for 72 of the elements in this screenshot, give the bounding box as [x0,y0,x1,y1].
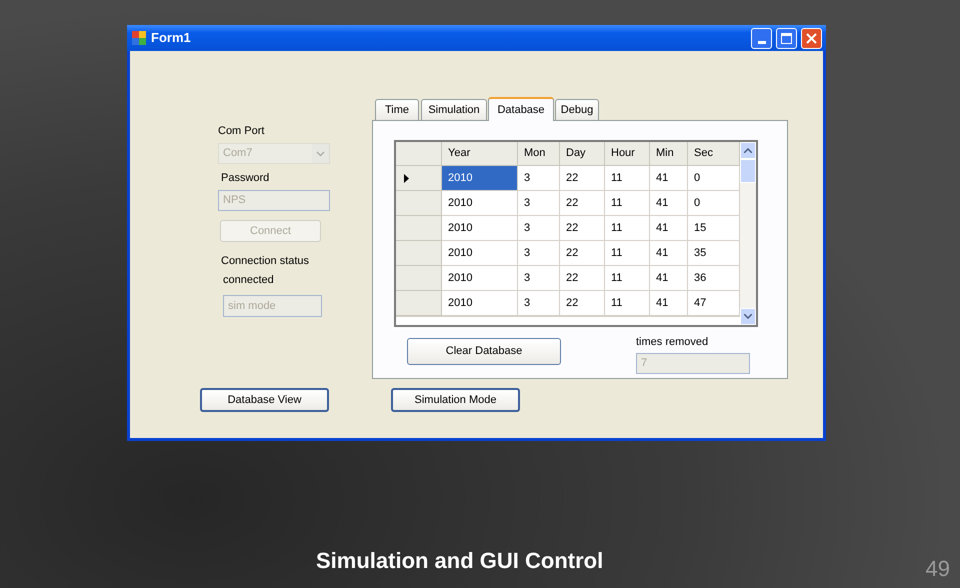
table-cell: 47 [688,291,740,316]
table-cell: 3 [518,216,560,241]
table-cell: 3 [518,266,560,291]
table-cell: 22 [560,266,605,291]
slide-title: Simulation and GUI Control [316,548,604,574]
table-cell: 11 [605,216,650,241]
field-label: Com Port [218,124,266,138]
maximize-icon [781,32,792,44]
close-icon [806,32,817,44]
table-cell: 22 [560,166,605,191]
table-cell: 3 [518,291,560,316]
chevron-down-icon [316,150,325,156]
window-title: Form1 [151,29,191,48]
clear-database-button[interactable]: Clear Database [407,338,561,365]
close-button[interactable] [801,28,822,48]
table-cell: 0 [688,191,740,216]
maximize-button[interactable] [776,28,797,48]
row-header[interactable] [396,266,442,291]
table-cell: 11 [605,166,650,191]
table-cell: 2010 [442,266,518,291]
bottom-button[interactable]: Database View [200,388,329,412]
table-cell: 2010 [442,241,518,266]
tab[interactable]: Time [375,99,419,120]
tab[interactable]: Debug [555,99,599,120]
table-cell: 3 [518,166,560,191]
row-header[interactable] [396,166,442,191]
scroll-up-button[interactable] [740,142,756,159]
field-label: times removed [636,335,710,349]
table-cell: 11 [605,266,650,291]
table-cell: 3 [518,191,560,216]
table-cell: 15 [688,216,740,241]
row-header[interactable] [396,241,442,266]
table-cell: 22 [560,241,605,266]
table-cell: 41 [650,291,688,316]
table-cell: 11 [605,291,650,316]
window-app-icon [131,30,147,46]
page-number: 49 [926,558,950,580]
caret-down-icon [744,314,752,319]
caret-up-icon [744,148,752,153]
table-cell: 22 [560,191,605,216]
scroll-down-button[interactable] [740,308,756,325]
status-value: connected [223,273,275,287]
scroll-thumb[interactable] [740,159,756,183]
scrollbar[interactable] [740,142,756,325]
row-header[interactable] [396,291,442,316]
table-cell: 41 [650,241,688,266]
table-cell: 3 [518,241,560,266]
tab[interactable]: Simulation [421,99,487,120]
table-cell: 22 [560,216,605,241]
table-cell: 2010 [442,291,518,316]
minimize-icon [758,40,766,44]
minimize-button[interactable] [751,28,772,48]
table-cell: 22 [560,291,605,316]
tab[interactable]: Database [488,97,554,121]
field-label: Password [221,171,270,185]
current-row-icon [404,174,409,182]
table-cell: 41 [650,166,688,191]
status-label: Connection status [221,254,310,268]
table-cell: 41 [650,266,688,291]
row-header[interactable] [396,191,442,216]
row-header[interactable] [396,216,442,241]
table-cell: 41 [650,216,688,241]
bottom-button[interactable]: Simulation Mode [391,388,520,412]
table-cell: 0 [688,166,740,191]
table-cell: 35 [688,241,740,266]
table-cell: 11 [605,241,650,266]
table-cell: 36 [688,266,740,291]
table-cell: 2010 [442,191,518,216]
table-cell: 2010 [442,166,518,191]
table-cell: 11 [605,191,650,216]
table-cell: 2010 [442,216,518,241]
table-cell: 41 [650,191,688,216]
